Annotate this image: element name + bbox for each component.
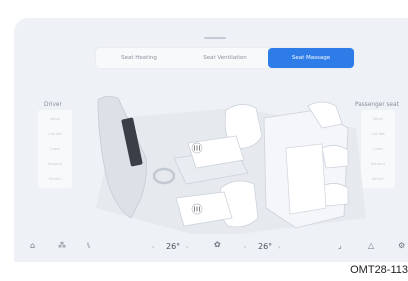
driver-temp-up-arrow[interactable]: › xyxy=(186,244,188,251)
alert-triangle-icon[interactable]: △ xyxy=(368,242,374,250)
tab-seat-massage[interactable]: Seat Massage xyxy=(268,48,354,68)
passenger-temp-down-arrow[interactable]: ‹ xyxy=(244,244,246,251)
home-icon[interactable]: ⌂ xyxy=(30,242,35,250)
driver-label: Driver xyxy=(44,102,62,108)
seat-icon[interactable]: ⑊ xyxy=(86,242,91,250)
bottom-bar: ⌂ ⁂ ⑊ ‹ 26° › ✿ ‹ 26° › ⌟ △ ⚙ xyxy=(14,234,408,260)
seat-function-tabs: Seat Heating Seat Ventilation Seat Massa… xyxy=(96,48,354,68)
driver-option-wave[interactable]: Wave xyxy=(50,117,60,121)
drag-handle[interactable] xyxy=(204,37,226,39)
figure-code: OMT28-113 xyxy=(350,264,408,276)
settings-icon[interactable]: ⚙ xyxy=(398,242,405,250)
passenger-temp-up-arrow[interactable]: › xyxy=(278,244,280,251)
driver-option-stretch[interactable]: Stretch xyxy=(49,177,62,181)
driver-option-cat-like[interactable]: Cat-like xyxy=(48,132,62,136)
driver-massage-panel: Wave Cat-like Cross Serpent Stretch xyxy=(38,110,72,188)
tab-seat-ventilation[interactable]: Seat Ventilation xyxy=(182,48,268,68)
apps-icon[interactable]: ⁂ xyxy=(58,242,66,250)
tab-seat-heating[interactable]: Seat Heating xyxy=(96,48,182,68)
infotainment-screen: Seat Heating Seat Ventilation Seat Massa… xyxy=(14,18,408,262)
driver-temperature: 26° xyxy=(166,242,181,251)
driver-temp-down-arrow[interactable]: ‹ xyxy=(152,244,154,251)
car-seats-illustration xyxy=(96,96,366,238)
seat-recline-icon[interactable]: ⌟ xyxy=(338,242,342,250)
driver-option-cross[interactable]: Cross xyxy=(50,147,60,151)
passenger-temperature: 26° xyxy=(258,242,273,251)
driver-option-serpent[interactable]: Serpent xyxy=(48,162,62,166)
fan-icon[interactable]: ✿ xyxy=(214,241,221,249)
